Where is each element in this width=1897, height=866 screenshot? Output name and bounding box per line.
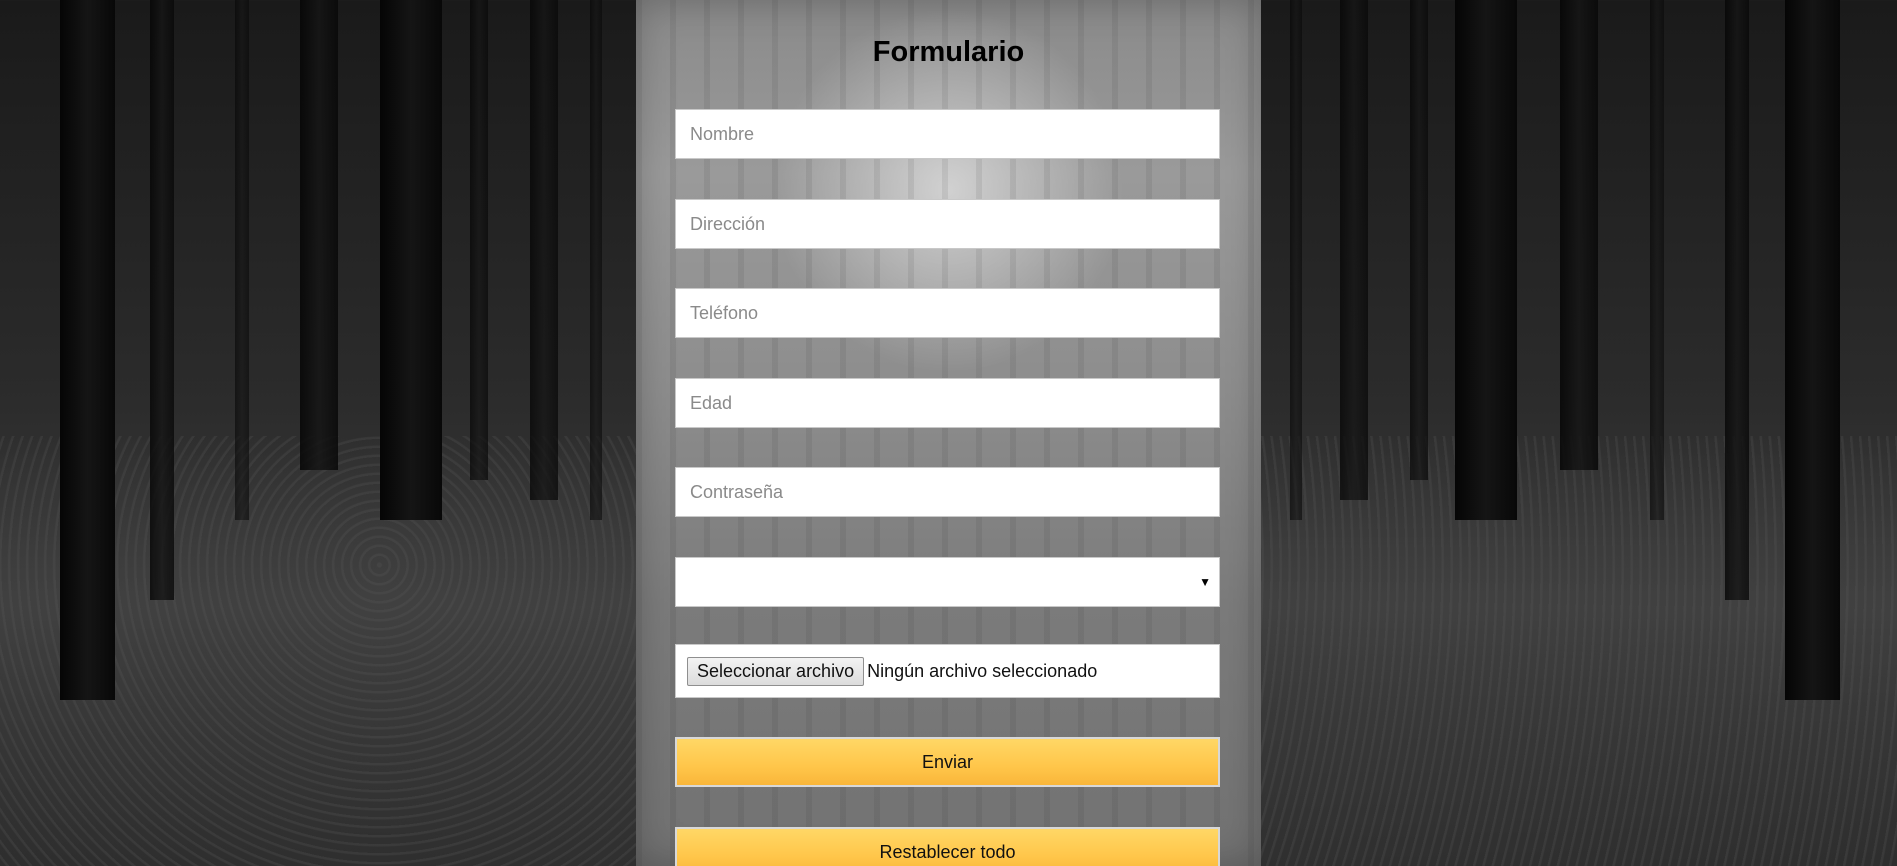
tree-trunk xyxy=(300,0,338,470)
tree-trunk xyxy=(1340,0,1368,500)
file-status-text: Ningún archivo seleccionado xyxy=(867,660,1098,681)
tree-trunk xyxy=(470,0,488,480)
nombre-input[interactable] xyxy=(675,109,1220,159)
contrasena-input[interactable] xyxy=(675,467,1220,517)
triangle-down-icon: ▼ xyxy=(1199,575,1211,589)
form-panel: Formulario ▼ Seleccionar archivo Ningún … xyxy=(636,0,1261,866)
tree-trunk xyxy=(1560,0,1598,470)
tree-trunk xyxy=(1410,0,1428,480)
tree-trunk xyxy=(590,0,602,520)
tree-trunk xyxy=(1785,0,1840,700)
tree-trunk xyxy=(1290,0,1302,520)
direccion-input[interactable] xyxy=(675,199,1220,249)
file-upload-field: Seleccionar archivo Ningún archivo selec… xyxy=(675,644,1220,698)
reset-button[interactable]: Restablecer todo xyxy=(675,827,1220,866)
select-file-button[interactable]: Seleccionar archivo xyxy=(687,656,865,686)
tree-trunk xyxy=(60,0,115,700)
tree-trunk xyxy=(1650,0,1664,520)
tree-trunk xyxy=(530,0,558,500)
options-select[interactable]: ▼ xyxy=(675,557,1220,607)
tree-trunk xyxy=(235,0,249,520)
submit-button[interactable]: Enviar xyxy=(675,737,1220,787)
telefono-input[interactable] xyxy=(675,288,1220,338)
edad-input[interactable] xyxy=(675,378,1220,428)
tree-trunk xyxy=(1455,0,1517,520)
tree-trunk xyxy=(150,0,174,600)
tree-trunk xyxy=(380,0,442,520)
form-title: Formulario xyxy=(872,36,1025,68)
tree-trunk xyxy=(1725,0,1749,600)
